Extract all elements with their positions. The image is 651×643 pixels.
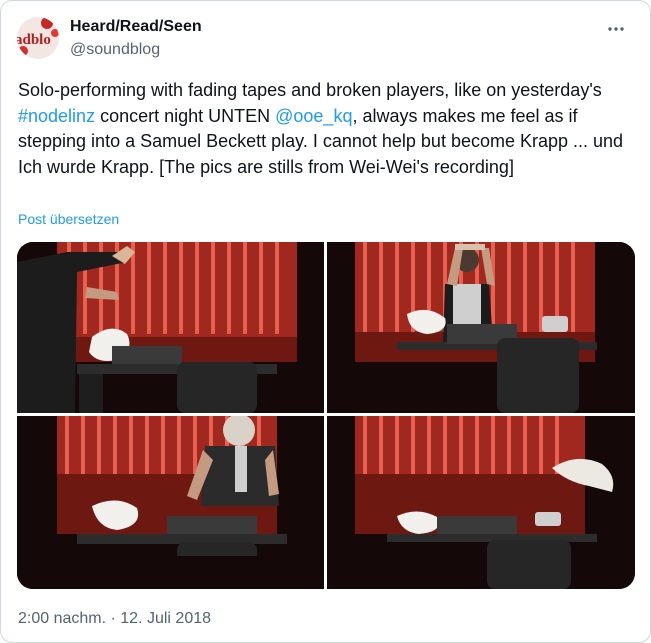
author-name[interactable]: Heard/Read/Seen (70, 18, 202, 36)
photo-4[interactable] (327, 416, 635, 589)
timestamp-separator: · (106, 610, 121, 627)
hashtag-link[interactable]: #nodelinz (18, 106, 95, 126)
translate-post-link[interactable]: Post übersetzen (18, 211, 119, 227)
post-time[interactable]: 2:00 nachm. (18, 610, 106, 627)
tweet-text: Solo-performing with fading tapes and br… (18, 78, 638, 180)
photo-2[interactable] (327, 242, 635, 413)
photo-3-image (17, 416, 324, 589)
more-options-icon[interactable] (602, 15, 630, 43)
photo-1[interactable] (17, 242, 324, 413)
tweet-card: adblo Heard/Read/Seen @soundblog Solo-pe… (0, 0, 651, 643)
photo-1-image (17, 242, 324, 413)
avatar-text: adblo (17, 32, 51, 48)
tweet-text-part: concert night UNTEN (95, 105, 276, 126)
photo-4-image (327, 416, 635, 589)
tweet-text-part: Solo-performing with fading tapes and br… (18, 80, 602, 100)
post-date[interactable]: 12. Juli 2018 (120, 610, 211, 627)
avatar[interactable]: adblo (17, 17, 59, 59)
media-grid (17, 242, 635, 589)
photo-2-image (327, 242, 635, 413)
author-handle[interactable]: @soundblog (70, 41, 160, 59)
photo-3[interactable] (17, 416, 324, 589)
timestamp: 2:00 nachm. · 12. Juli 2018 (18, 610, 211, 628)
mention-link[interactable]: @ooe_kq (275, 106, 352, 126)
